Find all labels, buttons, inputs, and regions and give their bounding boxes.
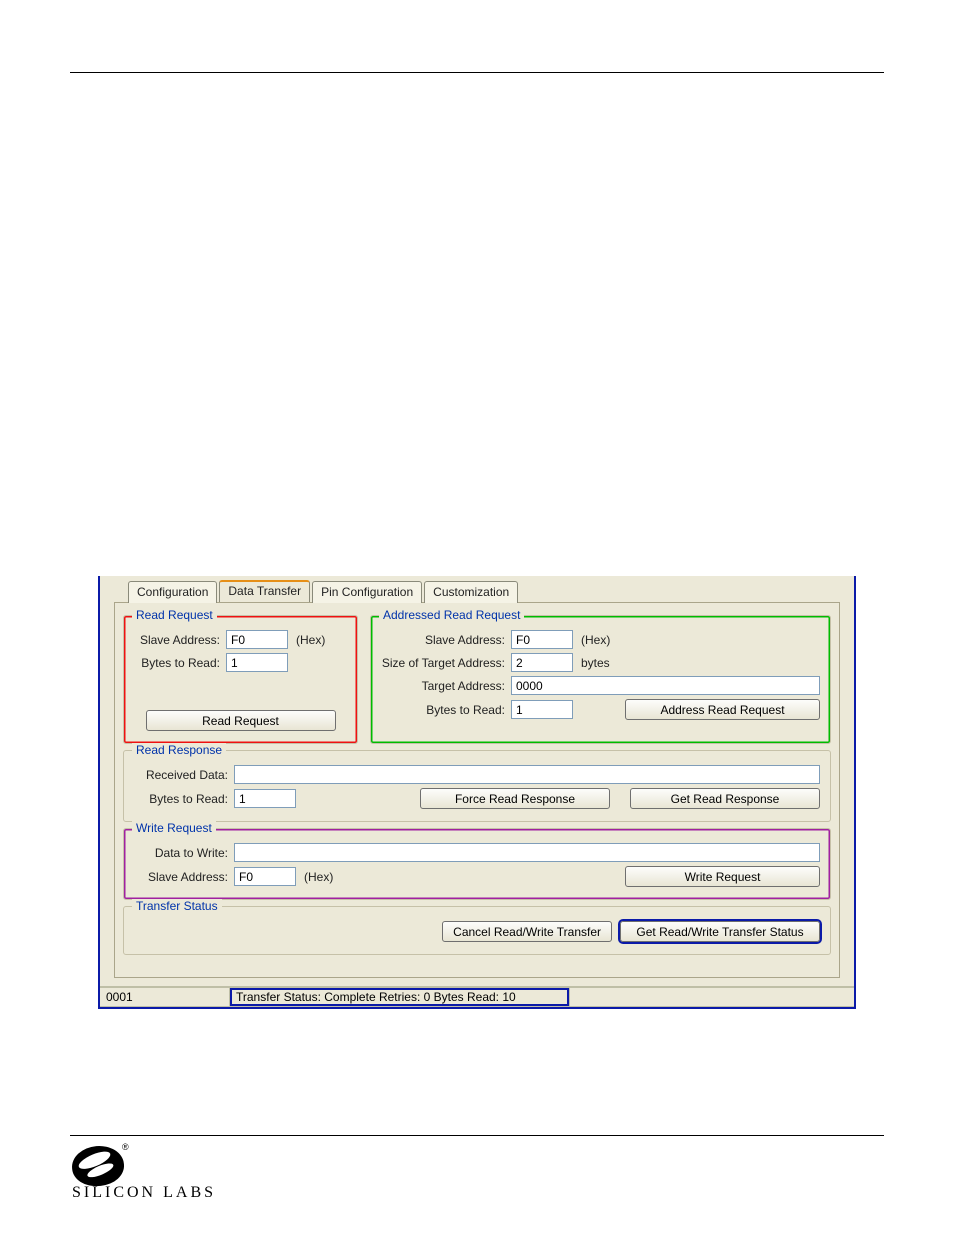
input-slave-address[interactable] [226,630,288,649]
input-arr-bytes[interactable] [511,700,573,719]
unit-wr-hex: (Hex) [304,870,333,884]
label-received-data: Received Data: [134,768,234,782]
label-arr-slave: Slave Address: [381,633,511,647]
label-rr-bytes: Bytes to Read: [134,792,234,806]
group-title-addressed-read-request: Addressed Read Request [379,608,524,622]
group-title-write-request: Write Request [132,821,216,835]
label-data-to-write: Data to Write: [134,846,234,860]
unit-arr-bytes: bytes [581,656,610,670]
top-rule [70,72,884,73]
input-data-to-write[interactable] [234,843,820,862]
label-bytes-to-read: Bytes to Read: [134,656,226,670]
input-bytes-to-read[interactable] [226,653,288,672]
button-write-request[interactable]: Write Request [625,866,820,887]
input-arr-size[interactable] [511,653,573,672]
unit-arr-hex: (Hex) [581,633,610,647]
input-wr-slave[interactable] [234,867,296,886]
group-addressed-read-request: Addressed Read Request Slave Address: (H… [370,615,831,744]
label-arr-target: Target Address: [381,679,511,693]
tab-data-transfer[interactable]: Data Transfer [219,580,310,602]
button-force-read-response[interactable]: Force Read Response [420,788,610,809]
button-cancel-transfer[interactable]: Cancel Read/Write Transfer [442,921,612,942]
application-window: Configuration Data Transfer Pin Configur… [98,576,856,1009]
tab-configuration[interactable]: Configuration [128,581,217,603]
group-title-transfer-status: Transfer Status [132,899,222,913]
bottom-rule [70,1135,884,1136]
label-arr-size: Size of Target Address: [381,656,511,670]
label-slave-address: Slave Address: [134,633,226,647]
logo-registered-mark: ® [122,1142,129,1152]
button-address-read-request[interactable]: Address Read Request [625,699,820,720]
group-transfer-status: Transfer Status Cancel Read/Write Transf… [123,906,831,955]
tab-panel: Read Request Slave Address: (Hex) Bytes … [114,602,840,978]
label-arr-bytes: Bytes to Read: [381,703,511,717]
button-get-transfer-status[interactable]: Get Read/Write Transfer Status [620,921,820,942]
tab-customization[interactable]: Customization [424,581,518,603]
unit-hex: (Hex) [296,633,325,647]
label-wr-slave: Slave Address: [134,870,234,884]
input-received-data[interactable] [234,765,820,784]
input-rr-bytes[interactable] [234,789,296,808]
tab-bar: Configuration Data Transfer Pin Configur… [100,576,854,602]
button-read-request[interactable]: Read Request [146,710,336,731]
group-title-read-response: Read Response [132,743,226,757]
status-segment-right [570,987,854,1007]
button-get-read-response[interactable]: Get Read Response [630,788,820,809]
group-write-request: Write Request Data to Write: Slave Addre… [123,828,831,900]
input-arr-target[interactable] [511,676,820,695]
group-read-request: Read Request Slave Address: (Hex) Bytes … [123,615,358,744]
logo-swirl-icon [70,1144,125,1188]
logo-text: SILICON LABS [72,1184,216,1202]
status-segment-center: Transfer Status: Complete Retries: 0 Byt… [230,987,570,1007]
status-bar: 0001 Transfer Status: Complete Retries: … [100,986,854,1007]
group-title-read-request: Read Request [132,608,217,622]
silicon-labs-logo: ® SILICON LABS [72,1146,222,1204]
tab-pin-configuration[interactable]: Pin Configuration [312,581,422,603]
group-read-response: Read Response Received Data: Bytes to Re… [123,750,831,822]
input-arr-slave[interactable] [511,630,573,649]
status-segment-left: 0001 [100,987,230,1007]
